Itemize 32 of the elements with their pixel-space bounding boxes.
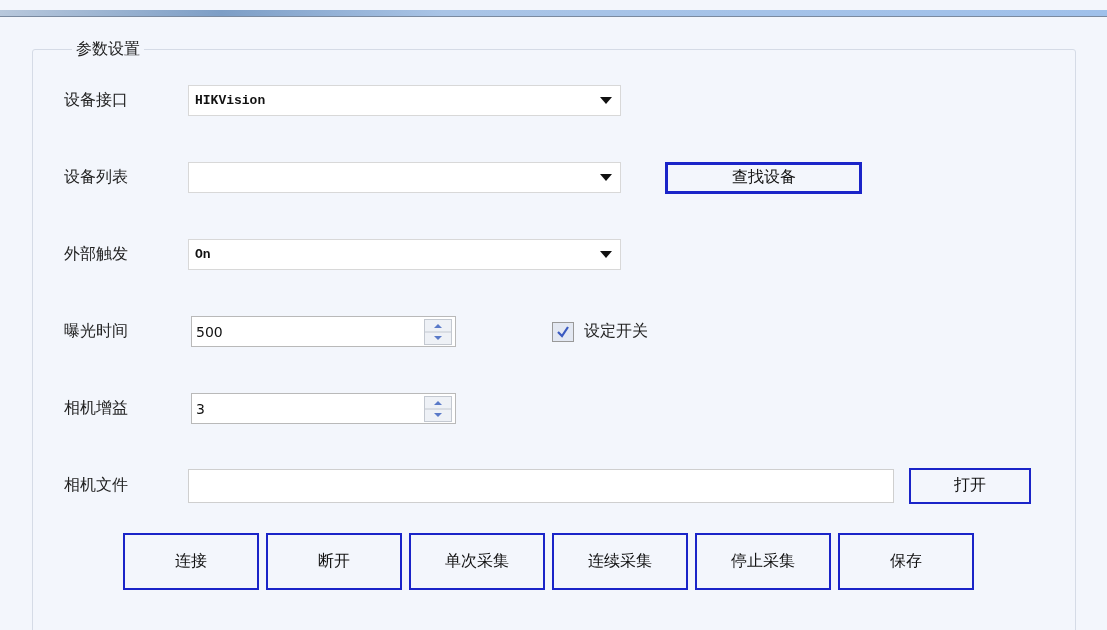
field-label: 设备接口 <box>64 90 129 111</box>
dropdown-caret-icon[interactable] <box>600 251 612 258</box>
field-label: 相机文件 <box>64 475 129 496</box>
dropdown-caret-icon[interactable] <box>600 174 612 181</box>
action-button[interactable]: 断开 <box>266 533 402 590</box>
spin-value: 3 <box>196 400 205 417</box>
open-button[interactable]: 打开 <box>909 467 1031 504</box>
action-button[interactable]: 单次采集 <box>409 533 545 590</box>
action-button[interactable]: 连续采集 <box>552 533 688 590</box>
dropdown-value: On <box>195 247 211 262</box>
spin-arrows-icon[interactable] <box>424 395 452 422</box>
spin-field[interactable]: 500 <box>191 316 456 347</box>
group-title: 参数设置 <box>75 39 141 60</box>
action-button[interactable]: 连接 <box>123 533 259 590</box>
field-label: 相机增益 <box>64 398 129 419</box>
dropdown-caret-icon[interactable] <box>600 97 612 104</box>
checkbox[interactable] <box>552 321 574 342</box>
field-label: 外部触发 <box>64 244 129 265</box>
file-path-field[interactable] <box>188 468 894 503</box>
dropdown[interactable]: HIKVision <box>188 85 621 116</box>
action-button[interactable]: 保存 <box>838 533 974 590</box>
spin-arrows-icon[interactable] <box>424 318 452 345</box>
field-label: 曝光时间 <box>64 321 129 342</box>
find-device-button[interactable]: 查找设备 <box>665 161 862 194</box>
dropdown-value: HIKVision <box>195 93 266 108</box>
spin-value: 500 <box>196 323 223 340</box>
action-button[interactable]: 停止采集 <box>695 533 831 590</box>
spin-field[interactable]: 3 <box>191 393 456 424</box>
field-label: 设备列表 <box>64 167 129 188</box>
checkmark-icon <box>556 325 570 338</box>
checkbox-label: 设定开关 <box>584 321 648 342</box>
dropdown[interactable]: On <box>188 239 621 270</box>
